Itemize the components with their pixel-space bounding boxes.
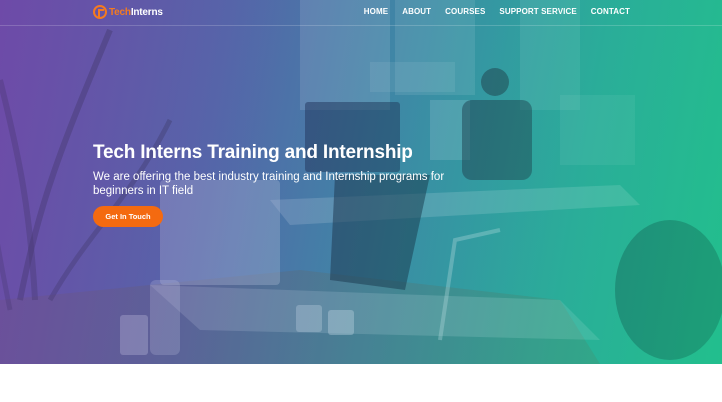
logo-text: TechInterns <box>109 6 163 18</box>
top-navbar: TechInterns HOME ABOUT COURSES SUPPORT S… <box>0 0 722 26</box>
hero-subtitle: We are offering the best industry traini… <box>93 171 445 197</box>
nav-link-courses[interactable]: COURSES <box>445 7 485 16</box>
nav-link-about[interactable]: ABOUT <box>402 7 431 16</box>
nav-link-contact[interactable]: CONTACT <box>591 7 630 16</box>
hero-section: TechInterns HOME ABOUT COURSES SUPPORT S… <box>0 0 722 364</box>
get-in-touch-button[interactable]: Get In Touch <box>93 206 163 227</box>
brand-logo[interactable]: TechInterns <box>93 5 163 19</box>
hero-title: Tech Interns Training and Internship <box>93 142 413 163</box>
nav-link-home[interactable]: HOME <box>364 7 388 16</box>
main-menu: HOME ABOUT COURSES SUPPORT SERVICE CONTA… <box>364 7 630 16</box>
logo-icon <box>93 5 107 19</box>
nav-link-support-service[interactable]: SUPPORT SERVICE <box>499 7 576 16</box>
